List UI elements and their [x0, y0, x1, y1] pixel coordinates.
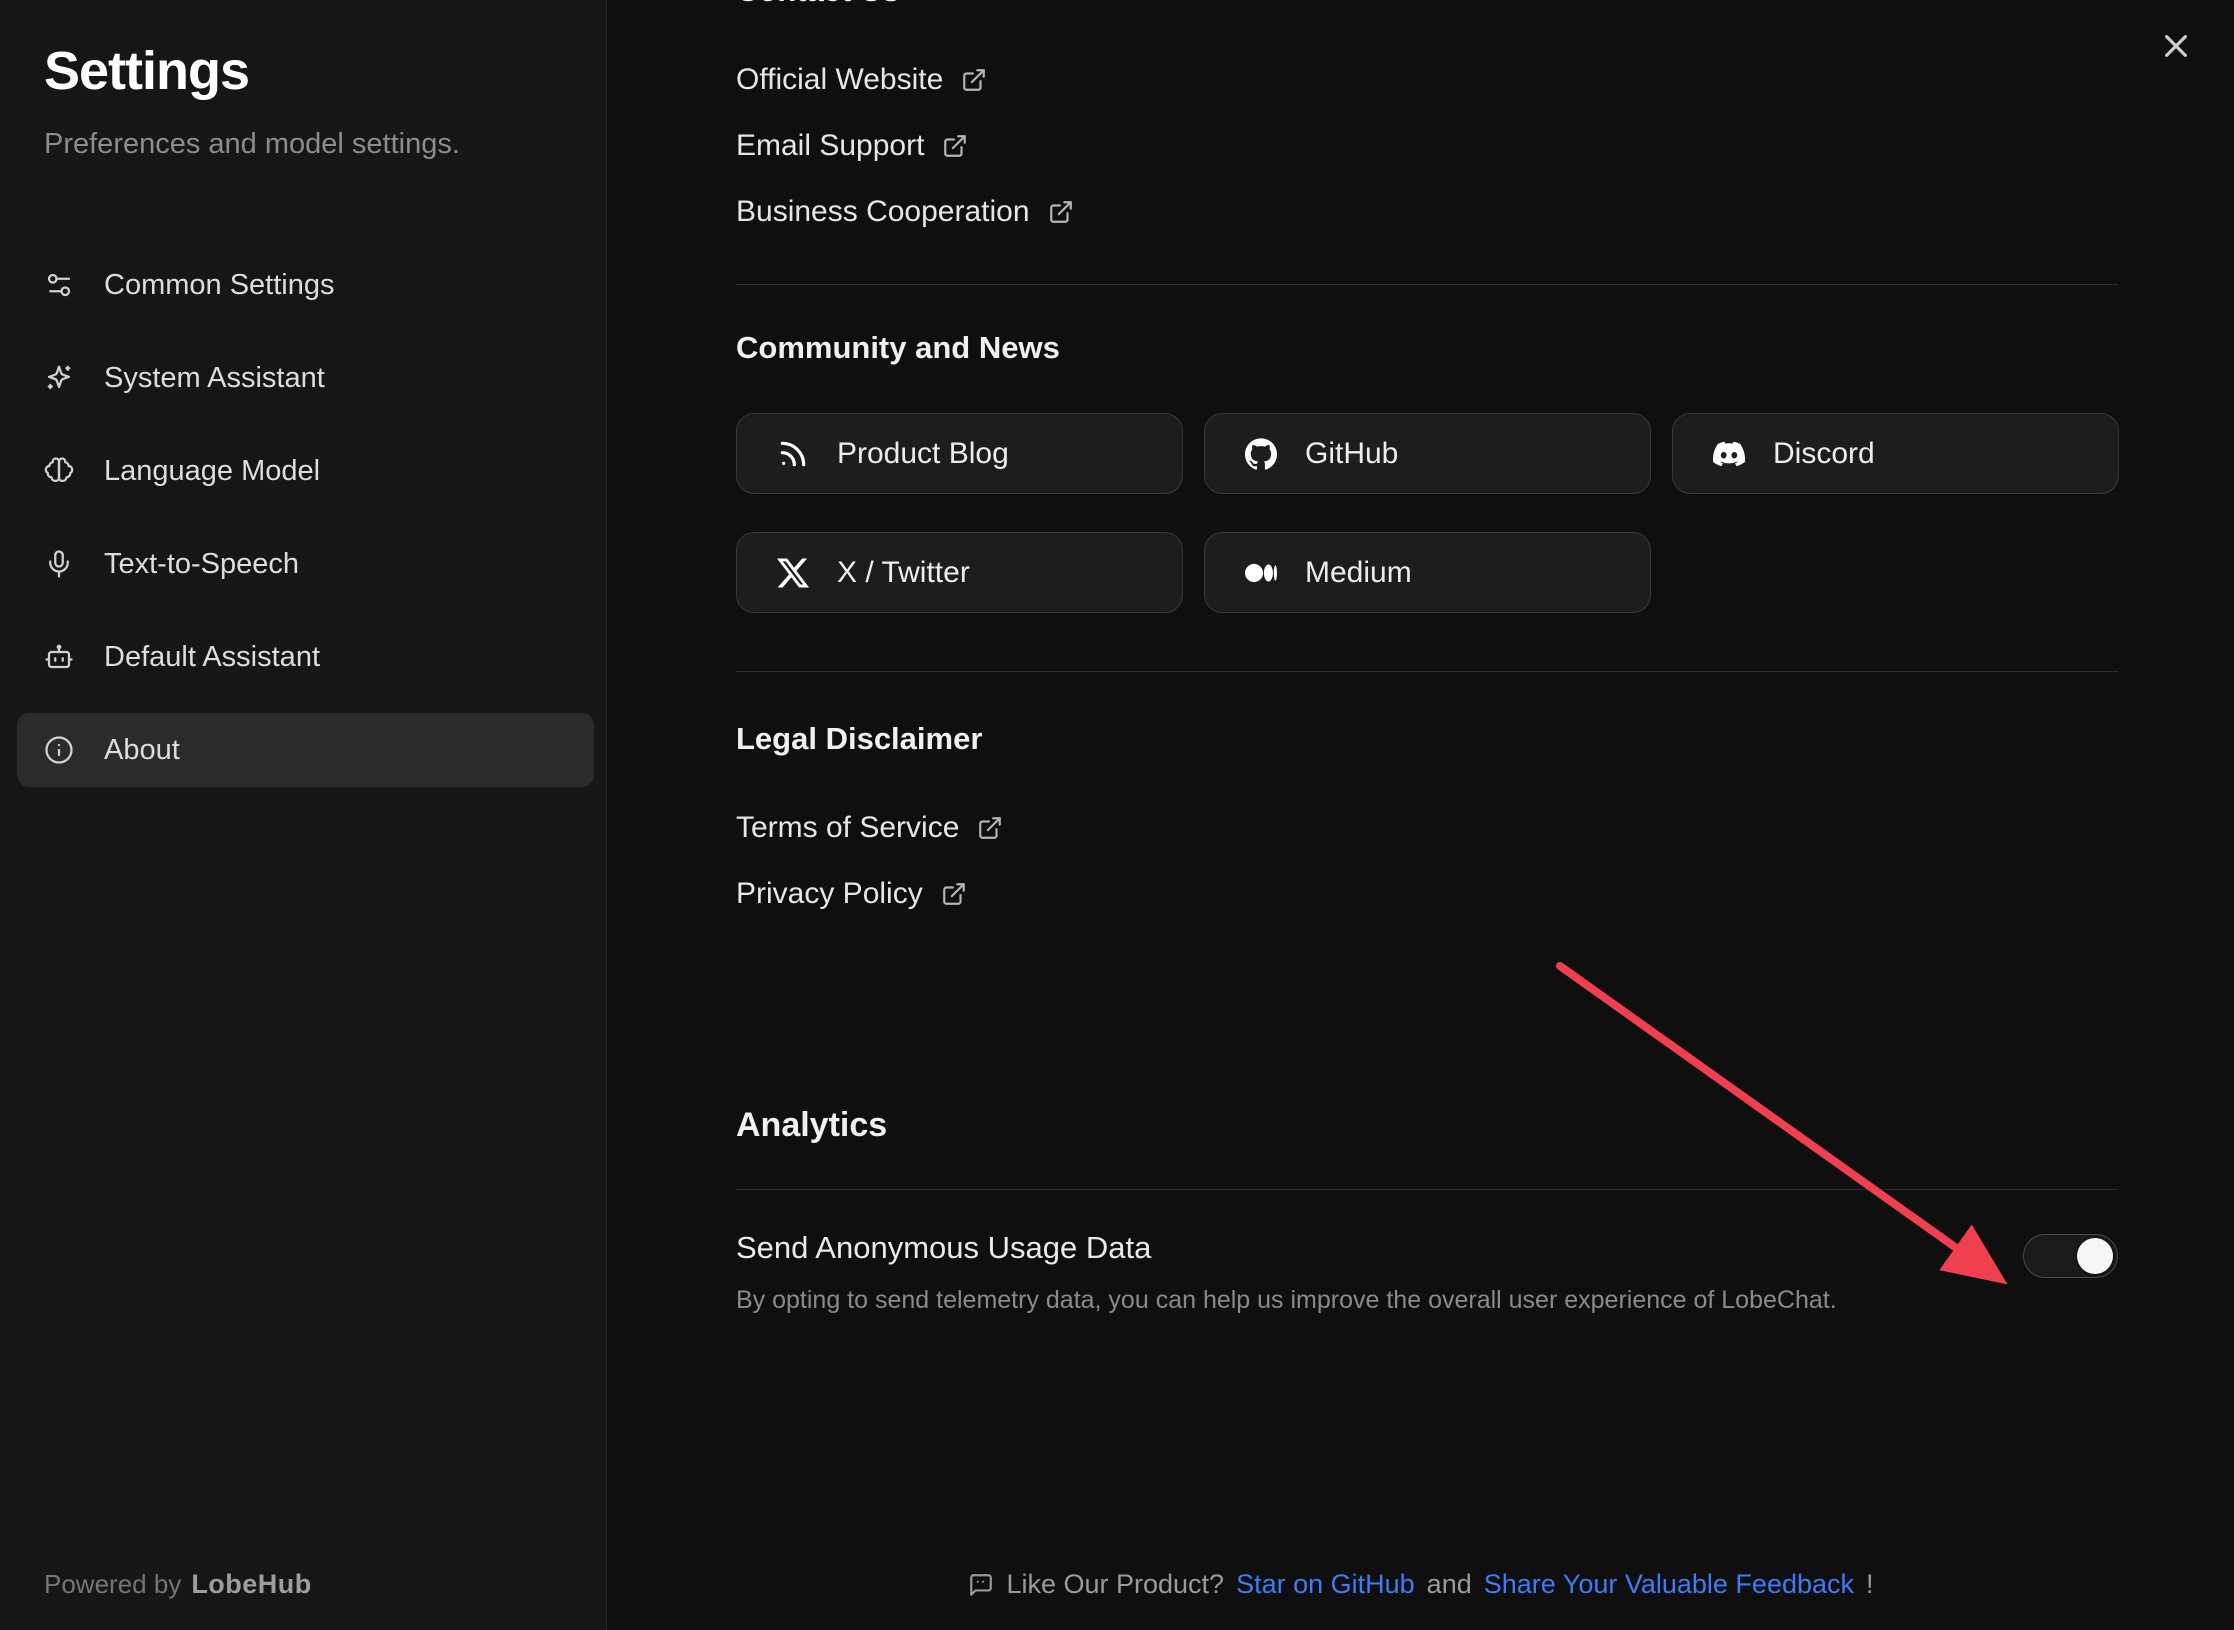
medium-button[interactable]: Medium [1204, 532, 1651, 613]
link-label: Official Website [736, 60, 943, 100]
setting-label: Send Anonymous Usage Data [736, 1228, 1837, 1268]
speech-bubble-icon [968, 1572, 994, 1598]
product-blog-button[interactable]: Product Blog [736, 413, 1183, 494]
terms-of-service-link[interactable]: Terms of Service [736, 808, 1003, 848]
sidebar-item-label: Common Settings [104, 269, 335, 302]
close-icon [2160, 30, 2192, 62]
external-link-icon [961, 67, 987, 93]
external-link-icon [977, 815, 1003, 841]
email-support-link[interactable]: Email Support [736, 126, 968, 166]
footer-suffix: ! [1866, 1569, 1874, 1600]
x-logo-icon [777, 557, 809, 589]
footer-conjunction: and [1427, 1569, 1472, 1600]
bot-icon [44, 642, 74, 672]
discord-icon [1713, 438, 1745, 470]
analytics-heading: Analytics [736, 1106, 2118, 1144]
github-button[interactable]: GitHub [1204, 413, 1651, 494]
button-label: X / Twitter [837, 556, 970, 590]
link-label: Email Support [736, 126, 924, 166]
external-link-icon [941, 881, 967, 907]
official-website-link[interactable]: Official Website [736, 60, 987, 100]
sidebar-item-default-assistant[interactable]: Default Assistant [17, 620, 594, 694]
community-buttons: Product Blog GitHub Discord X / Twitter [736, 413, 2118, 613]
github-icon [1245, 438, 1277, 470]
divider [736, 1189, 2118, 1190]
sidebar: Settings Preferences and model settings.… [0, 0, 607, 1630]
button-label: GitHub [1305, 437, 1398, 471]
discord-button[interactable]: Discord [1672, 413, 2119, 494]
usage-data-toggle[interactable] [2023, 1234, 2118, 1278]
privacy-policy-link[interactable]: Privacy Policy [736, 874, 967, 914]
sidebar-item-text-to-speech[interactable]: Text-to-Speech [17, 527, 594, 601]
sidebar-item-label: Language Model [104, 455, 320, 488]
close-button[interactable] [2154, 24, 2198, 68]
usage-data-setting: Send Anonymous Usage Data By opting to s… [736, 1228, 2118, 1316]
mic-icon [44, 549, 74, 579]
contact-us-heading: Contact Us [736, 0, 2118, 10]
button-label: Discord [1773, 437, 1875, 471]
lobehub-logo[interactable]: LobeHub [191, 1569, 311, 1599]
rss-icon [777, 438, 809, 470]
sidebar-item-label: About [104, 734, 180, 767]
page-title: Settings [44, 40, 606, 102]
link-label: Privacy Policy [736, 874, 923, 914]
medium-icon [1245, 557, 1277, 589]
external-link-icon [1048, 199, 1074, 225]
sparkles-icon [44, 363, 74, 393]
page-subtitle: Preferences and model settings. [44, 126, 606, 162]
footer-prefix: Like Our Product? [1006, 1569, 1224, 1600]
powered-by: Powered by LobeHub [44, 1569, 312, 1600]
sidebar-item-language-model[interactable]: Language Model [17, 434, 594, 508]
footer: Like Our Product? Star on GitHub and Sha… [608, 1569, 2234, 1600]
sidebar-item-common-settings[interactable]: Common Settings [17, 248, 594, 322]
x-twitter-button[interactable]: X / Twitter [736, 532, 1183, 613]
sidebar-item-about[interactable]: About [17, 713, 594, 787]
external-link-icon [942, 133, 968, 159]
divider [736, 671, 2118, 672]
business-cooperation-link[interactable]: Business Cooperation [736, 192, 1074, 232]
settings-nav: Common Settings System Assistant Languag… [17, 248, 594, 787]
settings-page: Settings Preferences and model settings.… [0, 0, 2234, 1630]
legal-heading: Legal Disclaimer [736, 720, 2118, 758]
share-feedback-link[interactable]: Share Your Valuable Feedback [1484, 1569, 1854, 1600]
star-on-github-link[interactable]: Star on GitHub [1236, 1569, 1415, 1600]
button-label: Medium [1305, 556, 1412, 590]
divider [736, 284, 2118, 285]
brain-icon [44, 456, 74, 486]
info-icon [44, 735, 74, 765]
usage-data-texts: Send Anonymous Usage Data By opting to s… [736, 1228, 1837, 1316]
powered-by-label: Powered by [44, 1569, 181, 1599]
sidebar-item-label: System Assistant [104, 362, 325, 395]
toggle-knob [2077, 1238, 2113, 1274]
setting-description: By opting to send telemetry data, you ca… [736, 1284, 1837, 1316]
button-label: Product Blog [837, 437, 1009, 471]
sidebar-item-label: Text-to-Speech [104, 548, 299, 581]
sidebar-item-label: Default Assistant [104, 641, 320, 674]
link-label: Terms of Service [736, 808, 959, 848]
sliders-icon [44, 270, 74, 300]
about-panel: Contact Us Official Website Email Suppor… [608, 0, 2234, 1630]
sidebar-item-system-assistant[interactable]: System Assistant [17, 341, 594, 415]
community-heading: Community and News [736, 329, 2118, 367]
link-label: Business Cooperation [736, 192, 1030, 232]
